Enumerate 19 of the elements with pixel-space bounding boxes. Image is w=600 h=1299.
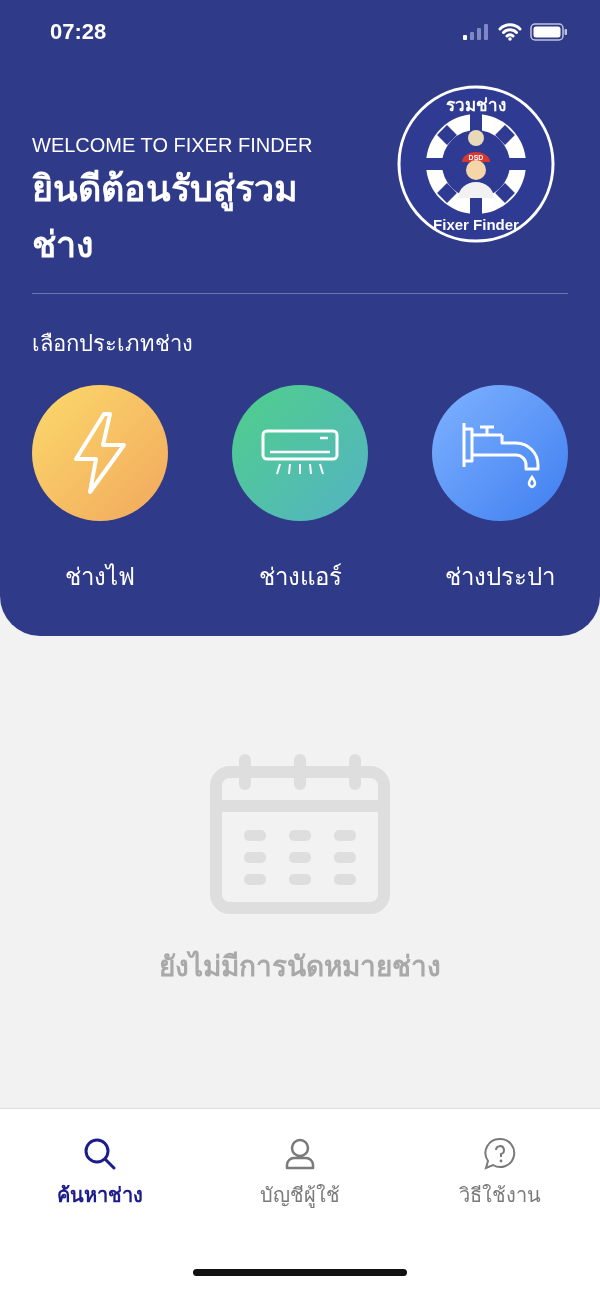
logo-subtitle: Fixer Finder (433, 216, 519, 233)
tab-item[interactable]: ค้นหาช่าง (10, 1137, 190, 1211)
status-time: 07:28 (50, 19, 107, 45)
category-label: ช่างแอร์ (258, 562, 342, 593)
signal-icon (462, 24, 490, 40)
search-icon (83, 1137, 117, 1171)
battery-icon (530, 23, 568, 41)
tab-item[interactable]: บัญชีผู้ใช้ (210, 1137, 390, 1211)
category-label: ช่างประปา (445, 562, 555, 593)
help-icon (483, 1137, 517, 1171)
logo-title: รวมช่าง (446, 96, 506, 115)
category-label: ช่างไฟ (65, 562, 135, 593)
tab-item[interactable]: วิธีใช้งาน (410, 1137, 590, 1211)
welcome-subtitle: WELCOME TO FIXER FINDER (32, 134, 314, 157)
welcome-title: ยินดีต้อนรับสู่รวมช่าง (32, 167, 299, 267)
category-heading: เลือกประเภทช่าง (32, 330, 194, 358)
empty-message: ยังไม่มีการนัดหมายช่าง (159, 949, 441, 985)
user-icon (283, 1137, 317, 1171)
wifi-icon (498, 23, 522, 41)
